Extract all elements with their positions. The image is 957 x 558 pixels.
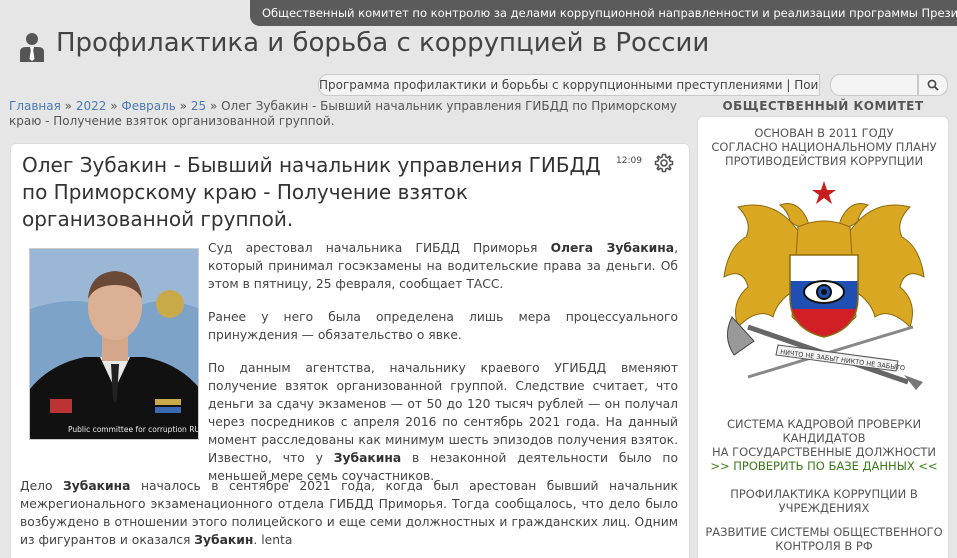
top-banner: Общественный комитет по контролю за дела… <box>250 0 957 26</box>
sidebar-heading: ОБЩЕСТВЕННЫЙ КОМИТЕТ <box>722 99 924 113</box>
article-title: Олег Зубакин - Бывший начальник управлен… <box>22 153 601 231</box>
breadcrumb-separator: » <box>106 99 122 113</box>
check-database-link[interactable]: >> ПРОВЕРИТЬ ПО БАЗЕ ДАННЫХ << <box>698 459 950 473</box>
breadcrumb: Главная » 2022 » Февраль » 25 » Олег Зуб… <box>9 99 689 129</box>
breadcrumb-separator: » <box>60 99 76 113</box>
article-paragraph: Дело Зубакина началось в сентябре 2021 г… <box>20 479 678 547</box>
search-button[interactable] <box>918 74 948 96</box>
article-paragraph: Суд арестовал начальника ГИБДД Приморья … <box>208 241 678 291</box>
cadre-check-block: СИСТЕМА КАДРОВОЙ ПРОВЕРКИ КАНДИДАТОВ НА … <box>698 417 950 473</box>
breadcrumb-home[interactable]: Главная <box>9 99 61 113</box>
breadcrumb-day[interactable]: 25 <box>191 99 206 113</box>
eagle-emblem-icon[interactable]: НИЧТО НЕ ЗАБЫТ НИКТО НЕ ЗАБЫТО <box>718 177 930 391</box>
founded-text: ОСНОВАН В 2011 ГОДУ СОГЛАСНО НАЦИОНАЛЬНО… <box>711 126 937 168</box>
portrait-image <box>30 249 198 439</box>
public-control-link[interactable]: РАЗВИТИЕ СИСТЕМЫ ОБЩЕСТВЕННОГО КОНТРОЛЯ … <box>698 525 950 553</box>
gear-icon[interactable] <box>653 152 675 174</box>
article-photo: Public committee for corruption RUS <box>29 248 199 440</box>
photo-caption: Public committee for corruption RUS <box>68 425 199 434</box>
article-paragraph: Ранее у него была определена лишь мера п… <box>208 310 678 342</box>
sidebar: ОСНОВАН В 2011 ГОДУ СОГЛАСНО НАЦИОНАЛЬНО… <box>697 116 949 558</box>
article: Олег Зубакин - Бывший начальник управлен… <box>10 143 690 558</box>
prevention-link[interactable]: ПРОФИЛАКТИКА КОРРУПЦИИ В УЧРЕЖДЕНИЯХ <box>698 487 950 515</box>
breadcrumb-year[interactable]: 2022 <box>76 99 107 113</box>
article-time: 12:09 <box>616 156 642 166</box>
breadcrumb-month[interactable]: Февраль <box>121 99 176 113</box>
program-bar[interactable]: Программа профилактики и борьбы с корруп… <box>318 74 820 96</box>
article-paragraph: По данным агентства, начальнику краевого… <box>208 361 678 483</box>
site-title[interactable]: Профилактика и борьба с коррупцией в Рос… <box>56 28 709 58</box>
search-icon <box>927 79 939 91</box>
breadcrumb-separator: » <box>206 99 222 113</box>
person-tie-icon <box>20 33 44 62</box>
search-input[interactable] <box>830 74 918 96</box>
breadcrumb-separator: » <box>175 99 191 113</box>
